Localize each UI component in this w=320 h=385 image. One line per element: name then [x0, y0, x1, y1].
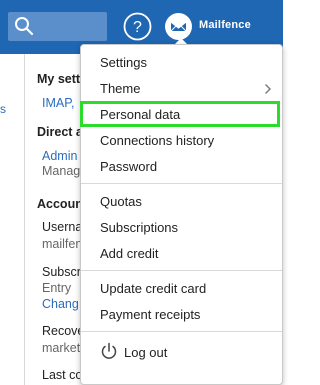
recovery-value: market — [42, 341, 81, 355]
menu-item-payment-receipts[interactable]: Payment receipts — [100, 307, 200, 322]
menu-item-quotas[interactable]: Quotas — [100, 194, 142, 209]
imap-link[interactable]: IMAP, — [42, 96, 74, 110]
account-menu: Settings Theme Personal data Connections… — [80, 44, 283, 385]
power-icon — [100, 342, 118, 360]
settings-heading: My setti — [37, 72, 84, 86]
menu-item-add-credit[interactable]: Add credit — [100, 246, 159, 261]
menu-divider — [81, 183, 282, 184]
search-icon — [14, 16, 34, 41]
svg-text:?: ? — [133, 19, 142, 36]
menu-item-update-credit-card[interactable]: Update credit card — [100, 281, 206, 296]
subscription-value: Entry — [42, 281, 72, 295]
manage-text: Manag — [42, 164, 81, 178]
account-name[interactable]: Mailfence — [199, 19, 251, 31]
left-sidebar: s — [0, 54, 25, 385]
direct-access-heading: Direct a — [37, 125, 83, 139]
menu-item-settings[interactable]: Settings — [100, 55, 147, 70]
menu-item-password[interactable]: Password — [100, 159, 157, 174]
username-value: mailfen — [42, 237, 83, 251]
change-link[interactable]: Chang — [42, 297, 79, 311]
admin-link[interactable]: Admin — [42, 149, 77, 163]
username-label: Userna — [42, 220, 83, 234]
menu-item-log-out[interactable]: Log out — [124, 345, 167, 360]
mailfence-logo-icon[interactable] — [165, 13, 192, 40]
account-heading: Accoun — [37, 197, 83, 211]
sidebar-item-label[interactable]: s — [0, 102, 6, 116]
menu-item-connections-history[interactable]: Connections history — [100, 133, 214, 148]
chevron-right-icon — [264, 82, 272, 100]
menu-divider — [81, 270, 282, 271]
selection-highlight — [80, 101, 280, 127]
recovery-label: Recove — [42, 324, 85, 338]
menu-divider — [81, 331, 282, 332]
search-input[interactable] — [8, 12, 107, 41]
menu-item-theme[interactable]: Theme — [100, 81, 140, 96]
menu-item-subscriptions[interactable]: Subscriptions — [100, 220, 178, 235]
subscription-label: Subscr — [42, 265, 81, 279]
help-icon[interactable]: ? — [123, 12, 152, 41]
